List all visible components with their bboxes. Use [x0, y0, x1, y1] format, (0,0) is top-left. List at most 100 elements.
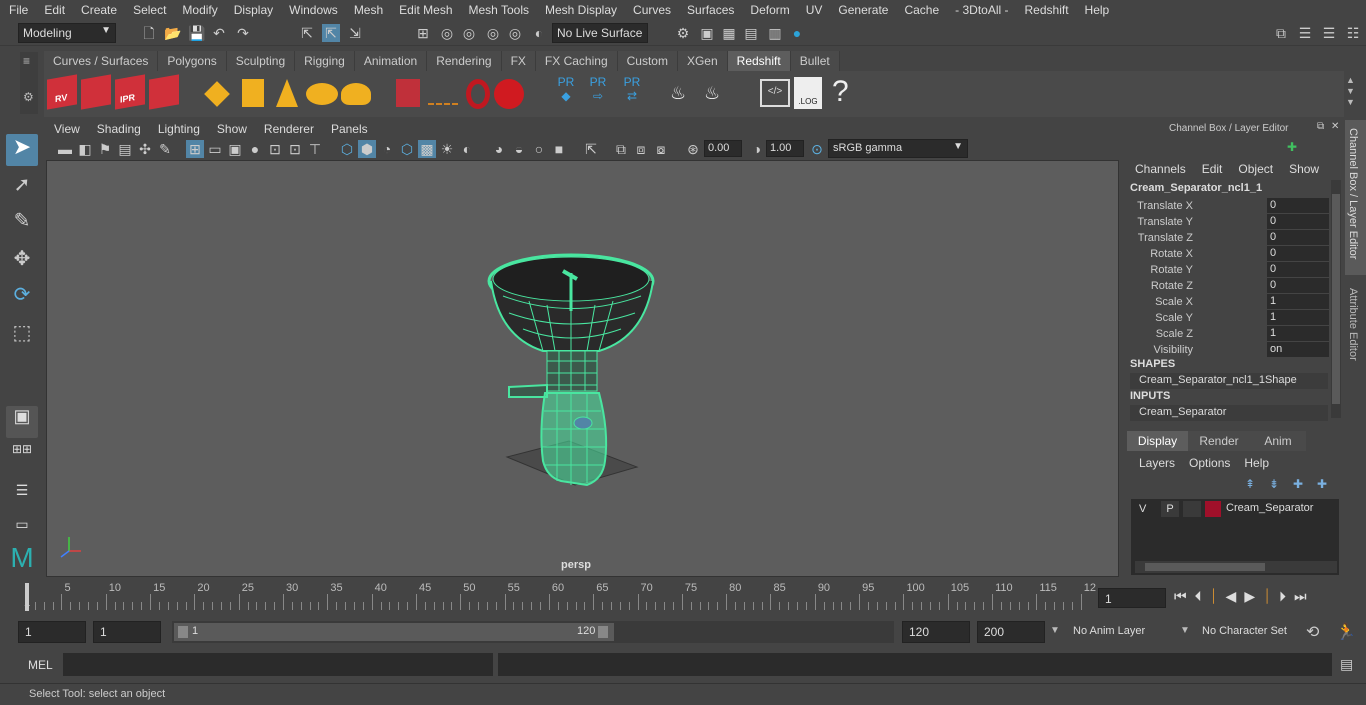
go-to-start-icon[interactable]: ⏮: [1174, 588, 1187, 608]
menu-3dtoall[interactable]: - 3DtoAll -: [946, 3, 1015, 17]
render-view-icon[interactable]: ▣: [698, 24, 716, 42]
redshift-ipr-icon[interactable]: IPR: [115, 74, 145, 110]
magnet-icon[interactable]: ◐: [530, 24, 548, 42]
single-view-icon[interactable]: ▣: [6, 406, 38, 438]
hypershade-icon[interactable]: ●: [788, 24, 806, 42]
viewport-menu-renderer[interactable]: Renderer: [256, 122, 323, 136]
shelf-tab-fx[interactable]: FX: [501, 51, 536, 71]
channel-box-scrollbar[interactable]: [1331, 180, 1341, 418]
snap-surface-icon[interactable]: ◎: [506, 24, 524, 42]
script-language-label[interactable]: MEL: [28, 658, 53, 672]
render-settings-icon[interactable]: ▥: [766, 24, 784, 42]
auto-key-icon[interactable]: ⟲: [1306, 622, 1319, 642]
exposure-icon[interactable]: ⊛: [684, 140, 702, 158]
rs-light-spot-icon[interactable]: [276, 79, 298, 107]
menu-options[interactable]: Options: [1189, 456, 1230, 470]
viewport-menu-lighting[interactable]: Lighting: [150, 122, 209, 136]
outliner-view-icon[interactable]: ☰: [6, 482, 38, 514]
motion-blur-icon[interactable]: ◒: [510, 140, 528, 158]
film-gate-icon[interactable]: ▭: [206, 140, 224, 158]
rs-sun-sky-icon[interactable]: [341, 83, 371, 105]
grid-icon[interactable]: ⊞: [186, 140, 204, 158]
depth-of-field-icon[interactable]: ■: [550, 140, 568, 158]
menu-edit-mesh[interactable]: Edit Mesh: [390, 3, 459, 17]
step-back-key-icon[interactable]: ⏴: [1195, 588, 1202, 608]
ipr-icon[interactable]: ▤: [742, 24, 760, 42]
textured-icon[interactable]: ▩: [418, 140, 436, 158]
channel-row[interactable]: Rotate Y 0: [1121, 262, 1331, 278]
object-name[interactable]: Cream_Separator_ncl1_1: [1130, 182, 1262, 194]
lasso-tool-icon[interactable]: ➚: [6, 172, 38, 204]
undo-icon[interactable]: ↶: [210, 24, 228, 42]
layer-scrollbar[interactable]: [1135, 561, 1337, 573]
menu-display[interactable]: Display: [225, 3, 280, 17]
rs-bake-settings-icon[interactable]: ♨: [704, 83, 736, 105]
shelf-tab-rendering[interactable]: Rendering: [427, 51, 502, 71]
history-icon[interactable]: ⚙: [674, 24, 692, 42]
new-scene-icon[interactable]: 🗋: [140, 24, 158, 42]
rs-proxy-icon[interactable]: [396, 79, 420, 107]
anti-alias-icon[interactable]: ○: [530, 140, 548, 158]
snap-view-icon[interactable]: ◎: [484, 24, 502, 42]
menu-edit[interactable]: Edit: [35, 3, 72, 17]
current-time-marker[interactable]: [25, 583, 29, 611]
rotate-tool-icon[interactable]: ⟳: [6, 282, 38, 314]
playback-start-field[interactable]: 1: [93, 621, 161, 643]
gate-mask-icon[interactable]: ●: [246, 140, 264, 158]
step-back-frame-icon[interactable]: ⏐: [1210, 588, 1218, 608]
shelf-tab-xgen[interactable]: XGen: [677, 51, 728, 71]
shelf-tab-animation[interactable]: Animation: [354, 51, 428, 71]
layer-color-swatch[interactable]: [1205, 501, 1221, 517]
tab-channel-box[interactable]: Channel Box / Layer Editor: [1345, 120, 1366, 275]
channel-row[interactable]: Translate Z 0: [1121, 230, 1331, 246]
grease-pencil-icon[interactable]: ✎: [156, 140, 174, 158]
step-forward-frame-icon[interactable]: ⏐: [1263, 588, 1271, 608]
menu-mesh-display[interactable]: Mesh Display: [536, 3, 624, 17]
range-end-handle[interactable]: [598, 626, 608, 638]
menu-mesh-tools[interactable]: Mesh Tools: [460, 3, 536, 17]
select-object-icon[interactable]: ⇱: [322, 24, 340, 42]
attribute-editor-toggle-icon[interactable]: ☰: [1296, 24, 1314, 42]
rs-hair-icon[interactable]: [428, 85, 458, 105]
menu-modify[interactable]: Modify: [173, 3, 224, 17]
range-slider-bar[interactable]: 1 120: [174, 623, 614, 641]
go-to-end-icon[interactable]: ⏭: [1294, 588, 1307, 608]
lights-icon[interactable]: ☀: [438, 140, 456, 158]
menu-generate[interactable]: Generate: [829, 3, 895, 17]
snap-grid-icon[interactable]: ⊞: [414, 24, 432, 42]
default-material-icon[interactable]: ◔: [378, 140, 396, 158]
range-slider[interactable]: 1 120: [172, 621, 894, 643]
channel-value[interactable]: 0: [1267, 278, 1329, 293]
rs-pr-swap-icon[interactable]: PR ⇄: [618, 75, 646, 111]
shelf-tab-custom[interactable]: Custom: [617, 51, 678, 71]
viewport-menu-view[interactable]: View: [46, 122, 89, 136]
menu-deform[interactable]: Deform: [741, 3, 796, 17]
screen-space-ao-icon[interactable]: ◕: [490, 140, 508, 158]
xray-icon[interactable]: ⧉: [612, 140, 630, 158]
safe-title-icon[interactable]: ⊤: [306, 140, 324, 158]
move-tool-icon[interactable]: ✥: [6, 246, 38, 278]
gamma-icon[interactable]: ◑: [748, 140, 766, 158]
channel-value[interactable]: 1: [1267, 294, 1329, 309]
wireframe-on-shaded-icon[interactable]: ⬡: [398, 140, 416, 158]
workspace-icon[interactable]: ⧉: [1272, 24, 1290, 42]
redshift-render-view-icon[interactable]: RV: [47, 74, 77, 110]
color-space-select[interactable]: sRGB gamma ▼: [828, 139, 968, 158]
scale-tool-icon[interactable]: ⬚: [6, 320, 38, 352]
layer-type[interactable]: [1183, 501, 1201, 517]
step-forward-key-icon[interactable]: ⏵: [1279, 588, 1286, 608]
menu-curves[interactable]: Curves: [624, 3, 678, 17]
rs-volume-icon[interactable]: [466, 79, 490, 109]
rs-pr-icon[interactable]: PR ◆: [552, 75, 580, 111]
gamma-field[interactable]: 1.00: [766, 140, 804, 157]
float-icon[interactable]: ⧉: [1317, 121, 1324, 132]
select-tool-icon[interactable]: ➤: [6, 134, 38, 166]
anim-layer-select[interactable]: No Anim Layer: [1067, 621, 1175, 643]
rs-bake-icon[interactable]: ♨: [670, 83, 702, 105]
paint-select-tool-icon[interactable]: ✎: [6, 208, 38, 240]
menu-uv[interactable]: UV: [797, 3, 830, 17]
play-backward-icon[interactable]: ◀: [1226, 588, 1237, 608]
new-layer-selected-icon[interactable]: ✚: [1317, 477, 1327, 491]
rs-log-icon[interactable]: .LOG: [794, 77, 822, 109]
layer-visibility[interactable]: V: [1139, 503, 1155, 518]
